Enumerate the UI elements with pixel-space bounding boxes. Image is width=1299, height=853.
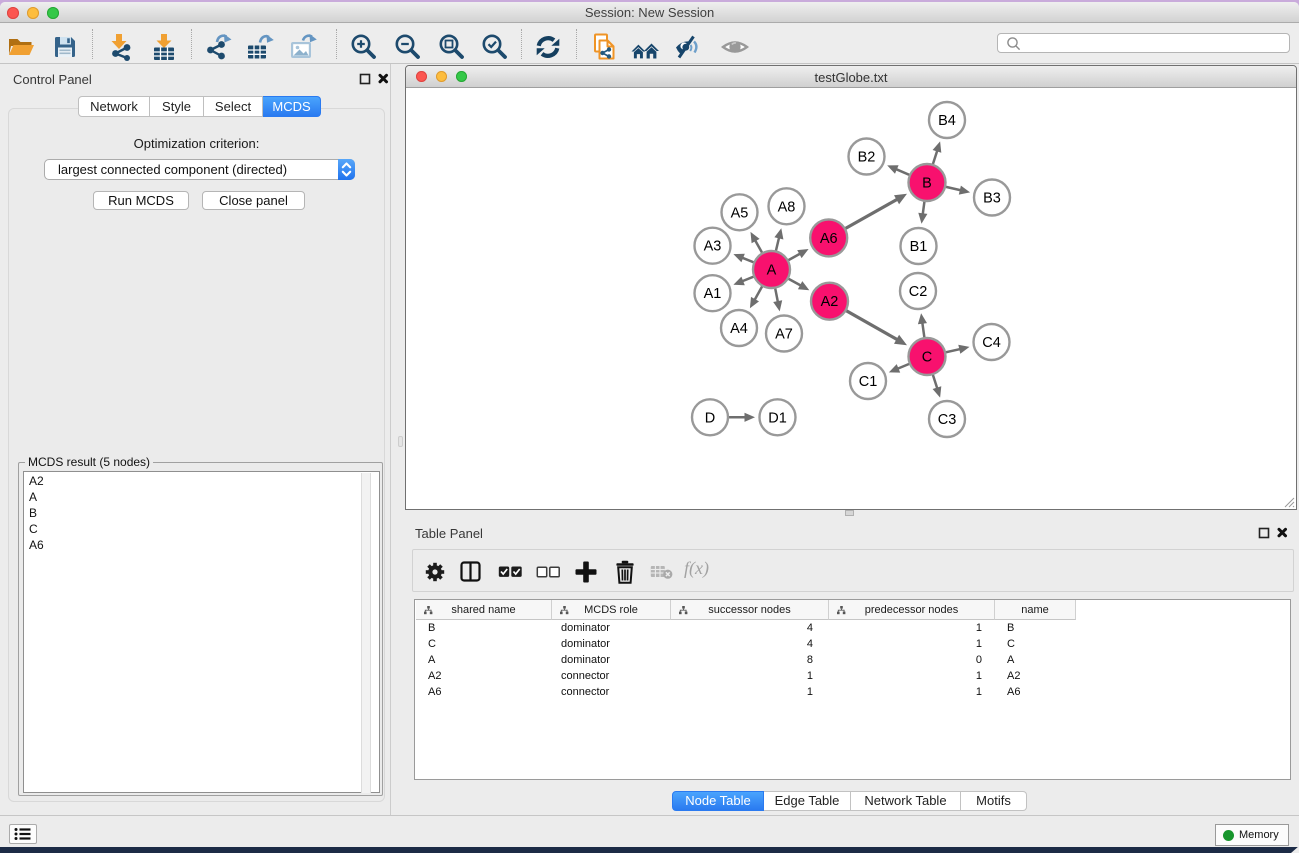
svg-text:B: B — [922, 176, 932, 192]
svg-text:B1: B1 — [910, 239, 928, 255]
svg-text:B2: B2 — [858, 150, 876, 166]
svg-text:A8: A8 — [778, 199, 796, 215]
svg-text:A4: A4 — [730, 321, 748, 337]
svg-text:B3: B3 — [983, 191, 1001, 207]
svg-text:A6: A6 — [820, 231, 838, 247]
svg-text:C3: C3 — [938, 412, 957, 428]
svg-text:D: D — [705, 410, 715, 426]
svg-text:C2: C2 — [909, 284, 928, 300]
svg-text:A7: A7 — [775, 327, 793, 343]
svg-text:C4: C4 — [982, 335, 1001, 351]
svg-text:C: C — [922, 350, 932, 366]
svg-text:A: A — [767, 263, 777, 279]
svg-text:C1: C1 — [859, 374, 878, 390]
svg-text:A2: A2 — [821, 294, 839, 310]
svg-text:B4: B4 — [938, 113, 956, 129]
svg-text:A5: A5 — [731, 205, 749, 221]
svg-text:A1: A1 — [704, 286, 722, 302]
svg-text:D1: D1 — [768, 410, 787, 426]
svg-text:A3: A3 — [704, 239, 722, 255]
